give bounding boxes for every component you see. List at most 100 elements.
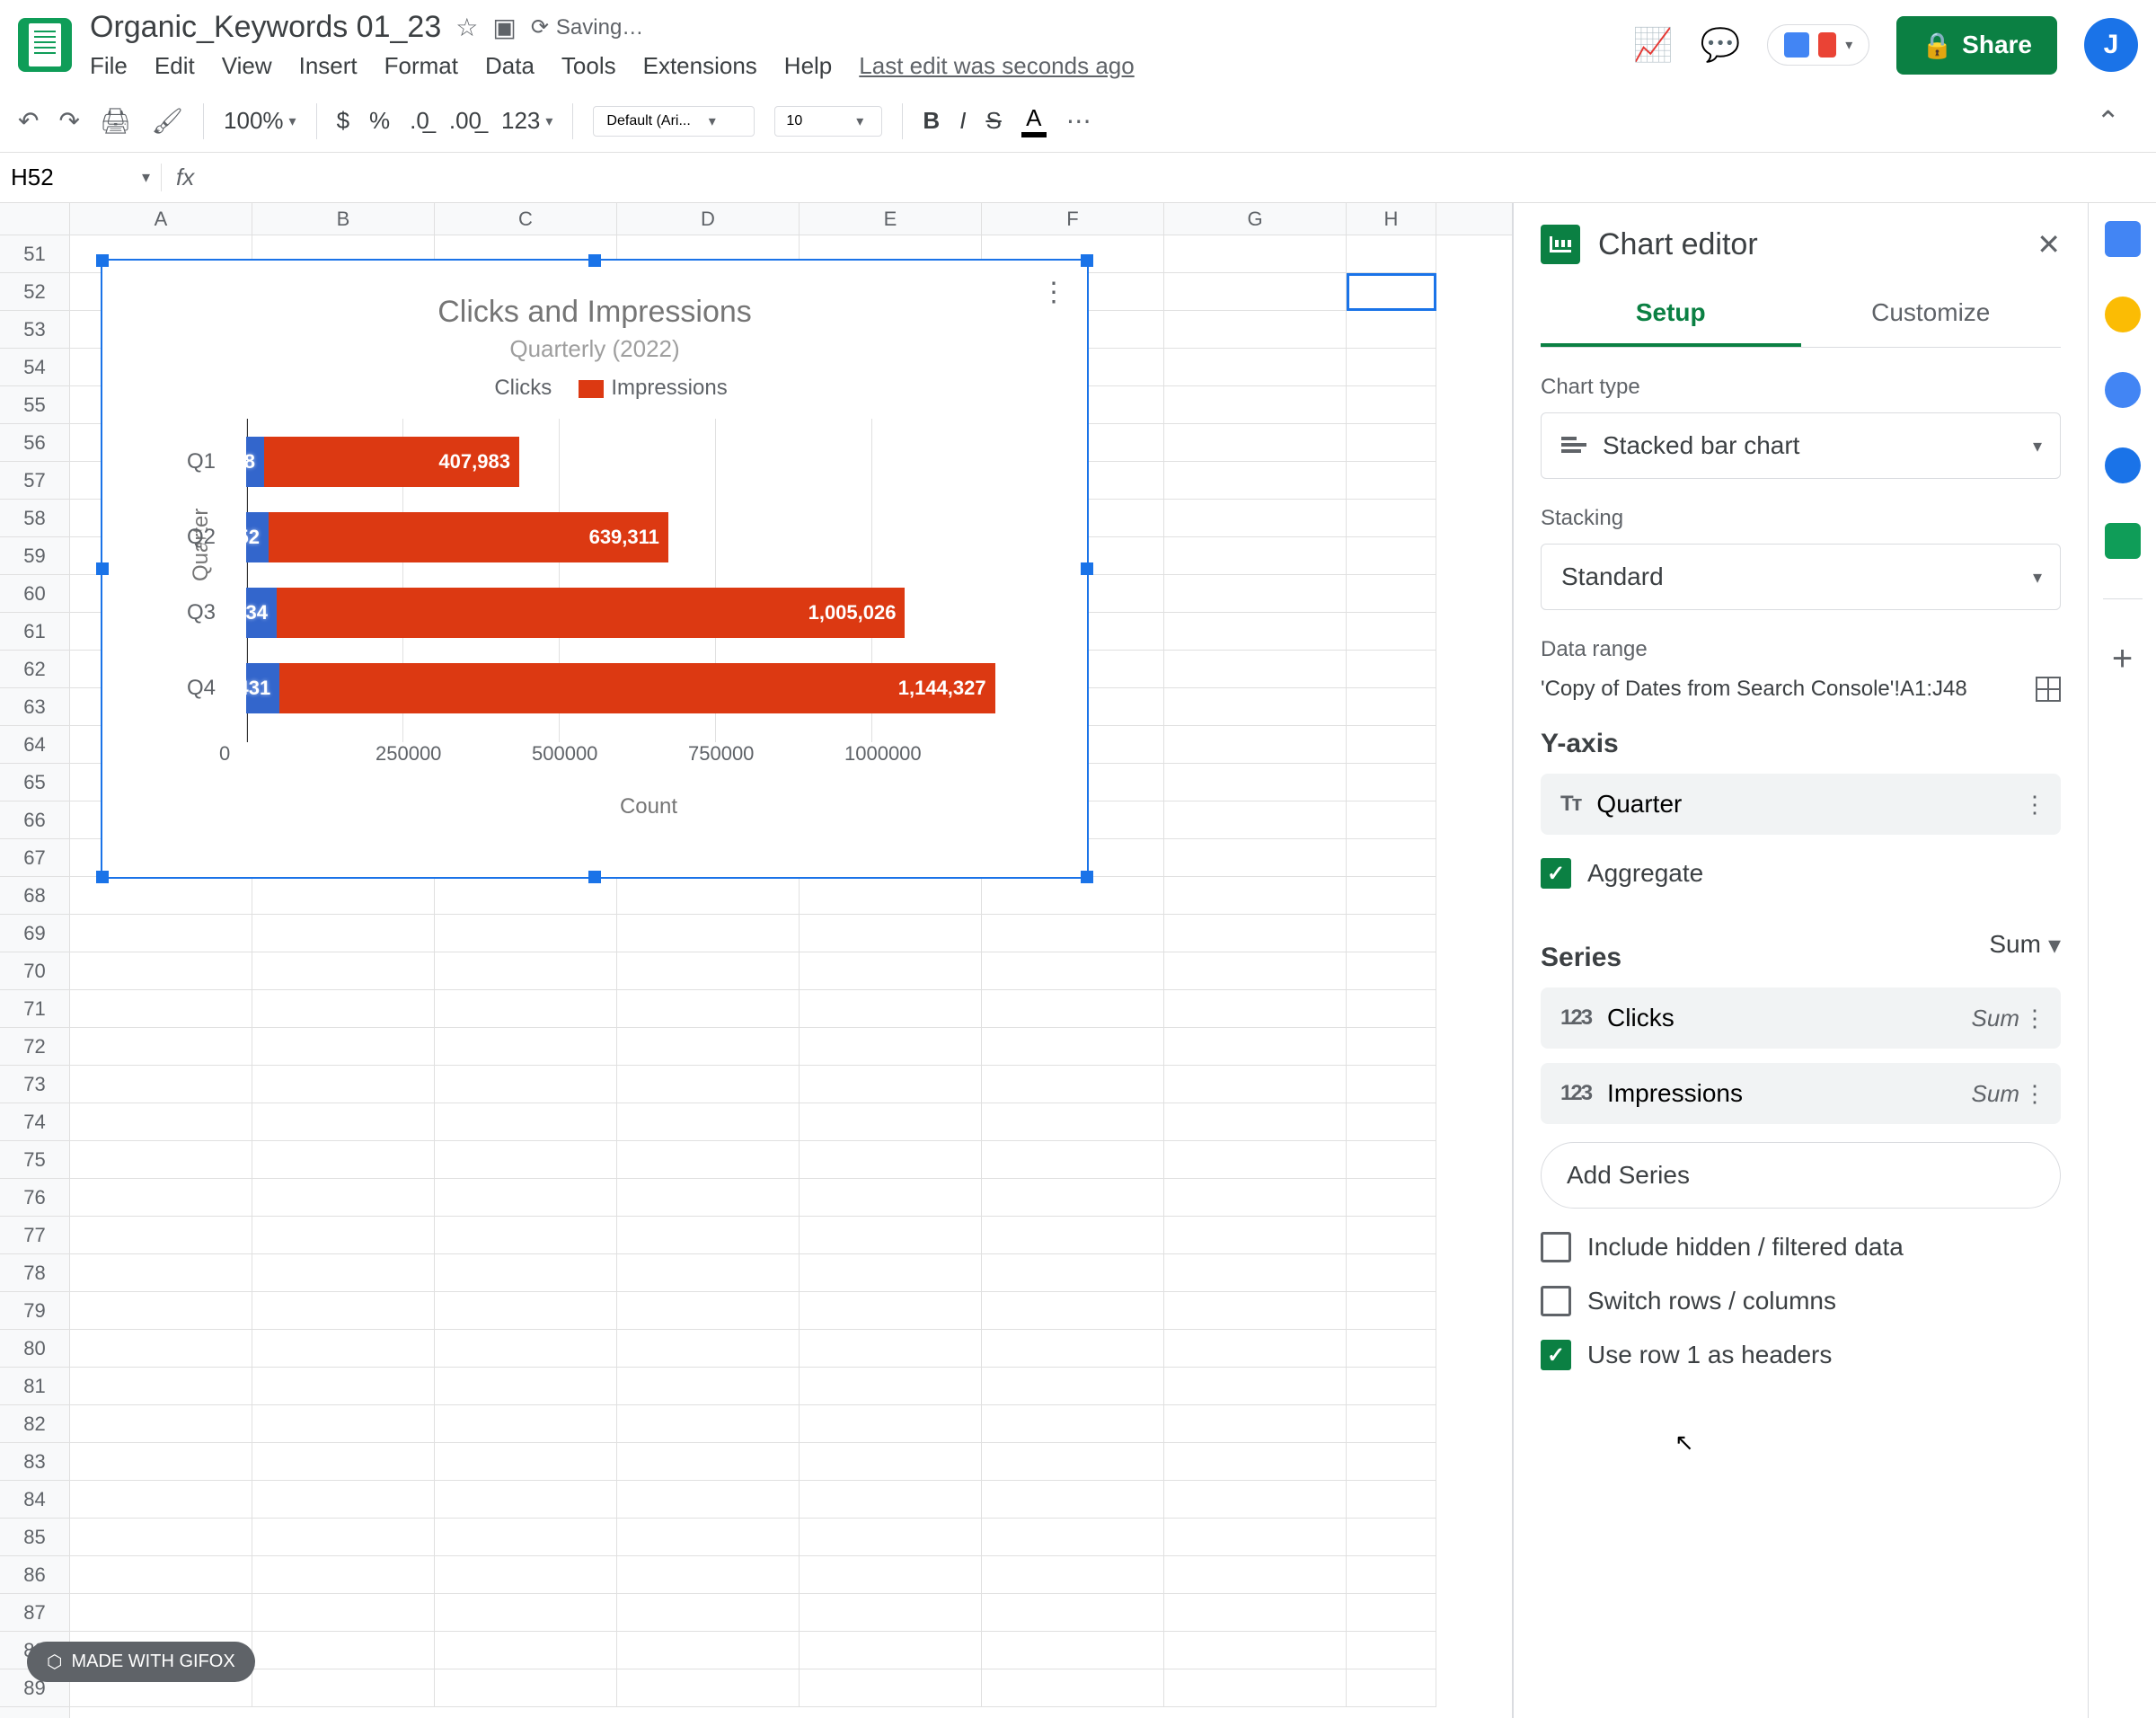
active-cell[interactable] xyxy=(1347,273,1436,311)
use-row1-checkbox[interactable]: ✓ Use row 1 as headers xyxy=(1541,1340,2061,1370)
redo-icon[interactable]: ↷ xyxy=(58,106,79,136)
row-header[interactable]: 61 xyxy=(0,613,69,651)
menu-format[interactable]: Format xyxy=(384,52,458,80)
bold-icon[interactable]: B xyxy=(923,107,940,135)
row-header[interactable]: 84 xyxy=(0,1481,69,1519)
keep-icon[interactable] xyxy=(2105,297,2141,332)
row-header[interactable]: 77 xyxy=(0,1217,69,1254)
resize-handle[interactable] xyxy=(96,254,109,267)
row-header[interactable]: 75 xyxy=(0,1141,69,1179)
row-header[interactable]: 73 xyxy=(0,1066,69,1103)
text-color-icon[interactable]: A xyxy=(1021,104,1047,137)
row-header[interactable]: 67 xyxy=(0,839,69,877)
row-header[interactable]: 69 xyxy=(0,915,69,952)
include-hidden-checkbox[interactable]: Include hidden / filtered data xyxy=(1541,1232,2061,1262)
add-series-button[interactable]: Add Series xyxy=(1541,1142,2061,1209)
row-header[interactable]: 56 xyxy=(0,424,69,462)
resize-handle[interactable] xyxy=(1081,562,1093,575)
menu-view[interactable]: View xyxy=(222,52,272,80)
more-icon[interactable]: ⋯ xyxy=(1066,106,1091,136)
menu-tools[interactable]: Tools xyxy=(561,52,616,80)
series-agg-select[interactable]: Sum▾ xyxy=(1989,930,2061,960)
italic-icon[interactable]: I xyxy=(959,107,966,135)
menu-file[interactable]: File xyxy=(90,52,128,80)
calendar-icon[interactable] xyxy=(2105,221,2141,257)
col-header[interactable]: H xyxy=(1347,203,1436,235)
row-header[interactable]: 87 xyxy=(0,1594,69,1632)
series-item-clicks[interactable]: 123 Clicks Sum ⋮ xyxy=(1541,987,2061,1049)
col-header[interactable]: A xyxy=(70,203,252,235)
stacking-select[interactable]: Standard ▾ xyxy=(1541,544,2061,610)
decimal-inc-icon[interactable]: .00̲ xyxy=(449,107,482,135)
comments-icon[interactable]: 💬 xyxy=(1700,26,1740,64)
close-icon[interactable]: ✕ xyxy=(2037,227,2061,261)
menu-data[interactable]: Data xyxy=(485,52,535,80)
contacts-icon[interactable] xyxy=(2105,447,2141,483)
row-header[interactable]: 55 xyxy=(0,386,69,424)
col-header[interactable]: G xyxy=(1164,203,1347,235)
menu-insert[interactable]: Insert xyxy=(299,52,358,80)
col-header[interactable]: E xyxy=(800,203,982,235)
maps-icon[interactable] xyxy=(2105,523,2141,559)
row-header[interactable]: 71 xyxy=(0,990,69,1028)
chart-object[interactable]: ⋮ Clicks and Impressions Quarterly (2022… xyxy=(101,259,1089,879)
format-123[interactable]: 123▾ xyxy=(501,107,552,135)
select-all-corner[interactable] xyxy=(0,203,70,235)
col-header[interactable]: C xyxy=(435,203,617,235)
sheets-logo[interactable] xyxy=(18,18,72,72)
resize-handle[interactable] xyxy=(1081,871,1093,883)
aggregate-checkbox[interactable]: ✓ Aggregate xyxy=(1541,858,2061,889)
series-item-impressions[interactable]: 123 Impressions Sum ⋮ xyxy=(1541,1063,2061,1124)
trend-icon[interactable]: 📈 xyxy=(1633,26,1674,64)
switch-rows-checkbox[interactable]: Switch rows / columns xyxy=(1541,1286,2061,1316)
avatar[interactable]: J xyxy=(2084,18,2138,72)
decimal-dec-icon[interactable]: .0̲ xyxy=(410,107,429,135)
row-header[interactable]: 85 xyxy=(0,1519,69,1556)
resize-handle[interactable] xyxy=(96,562,109,575)
undo-icon[interactable]: ↶ xyxy=(18,106,39,136)
font-select[interactable]: Default (Ari...▾ xyxy=(593,106,755,137)
row-header[interactable]: 52 xyxy=(0,273,69,311)
chart-menu-icon[interactable]: ⋮ xyxy=(1040,277,1067,308)
paint-format-icon[interactable]: 🖌 xyxy=(151,106,183,136)
col-header[interactable]: F xyxy=(982,203,1164,235)
row-header[interactable]: 72 xyxy=(0,1028,69,1066)
row-header[interactable]: 78 xyxy=(0,1254,69,1292)
row-header[interactable]: 58 xyxy=(0,500,69,537)
row-header[interactable]: 86 xyxy=(0,1556,69,1594)
row-header[interactable]: 60 xyxy=(0,575,69,613)
row-header[interactable]: 65 xyxy=(0,764,69,801)
row-header[interactable]: 51 xyxy=(0,235,69,273)
last-edit[interactable]: Last edit was seconds ago xyxy=(859,52,1134,80)
strike-icon[interactable]: S xyxy=(985,107,1001,135)
row-header[interactable]: 70 xyxy=(0,952,69,990)
row-header[interactable]: 81 xyxy=(0,1368,69,1405)
add-icon[interactable]: + xyxy=(2112,639,2133,679)
name-box[interactable]: H52 ▾ xyxy=(0,164,162,191)
row-header[interactable]: 74 xyxy=(0,1103,69,1141)
tab-setup[interactable]: Setup xyxy=(1541,282,1801,347)
tab-customize[interactable]: Customize xyxy=(1801,282,2062,347)
percent-icon[interactable]: % xyxy=(369,107,390,135)
row-header[interactable]: 66 xyxy=(0,801,69,839)
resize-handle[interactable] xyxy=(1081,254,1093,267)
row-header[interactable]: 57 xyxy=(0,462,69,500)
font-size-select[interactable]: 10▾ xyxy=(774,106,882,137)
collapse-toolbar-icon[interactable]: ⌃ xyxy=(2096,104,2120,138)
sheet-grid[interactable]: A B C D E F G H 515253545556575859606162… xyxy=(0,203,1513,1718)
col-header[interactable]: D xyxy=(617,203,800,235)
row-header[interactable]: 79 xyxy=(0,1292,69,1330)
resize-handle[interactable] xyxy=(588,254,601,267)
row-header[interactable]: 83 xyxy=(0,1443,69,1481)
row-header[interactable]: 76 xyxy=(0,1179,69,1217)
row-header[interactable]: 54 xyxy=(0,349,69,386)
resize-handle[interactable] xyxy=(96,871,109,883)
row-header[interactable]: 63 xyxy=(0,688,69,726)
more-icon[interactable]: ⋮ xyxy=(2023,1005,2046,1032)
row-header[interactable]: 53 xyxy=(0,311,69,349)
currency-icon[interactable]: $ xyxy=(337,107,349,135)
document-title[interactable]: Organic_Keywords 01_23 xyxy=(90,10,441,45)
menu-extensions[interactable]: Extensions xyxy=(643,52,757,80)
meet-button[interactable]: ▾ xyxy=(1767,24,1869,66)
star-icon[interactable]: ☆ xyxy=(455,13,478,42)
